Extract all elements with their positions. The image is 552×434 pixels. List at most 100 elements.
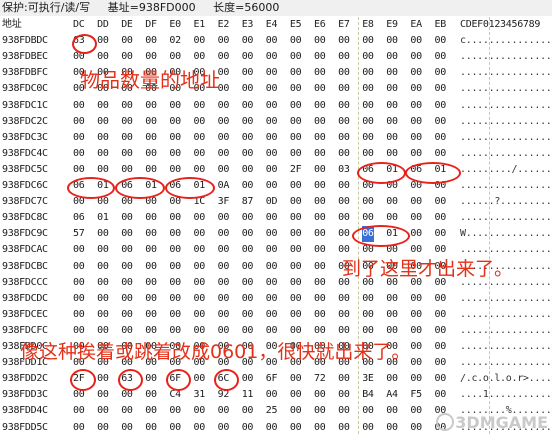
- hex-byte[interactable]: 00: [362, 307, 374, 323]
- hex-byte[interactable]: 00: [169, 49, 181, 65]
- hex-byte[interactable]: 00: [338, 81, 350, 97]
- hex-byte[interactable]: 00: [169, 210, 181, 226]
- hex-byte[interactable]: 00: [290, 403, 302, 419]
- hex-byte[interactable]: 00: [121, 242, 133, 258]
- hex-byte[interactable]: 00: [218, 291, 230, 307]
- hex-byte[interactable]: 00: [362, 98, 374, 114]
- hex-byte[interactable]: 00: [169, 162, 181, 178]
- hex-byte[interactable]: 00: [435, 339, 447, 355]
- hex-byte[interactable]: 00: [386, 291, 398, 307]
- hex-byte[interactable]: 00: [266, 65, 278, 81]
- hex-byte[interactable]: 00: [362, 420, 374, 434]
- hex-byte[interactable]: 00: [435, 355, 447, 371]
- hex-byte[interactable]: 00: [73, 98, 85, 114]
- hex-byte[interactable]: 00: [121, 210, 133, 226]
- hex-byte[interactable]: 00: [218, 242, 230, 258]
- hex-byte[interactable]: 00: [338, 33, 350, 49]
- hex-byte[interactable]: 00: [242, 33, 254, 49]
- hex-byte[interactable]: 00: [410, 81, 422, 97]
- hex-byte[interactable]: 00: [73, 420, 85, 434]
- hex-byte[interactable]: 25: [266, 403, 278, 419]
- hex-byte[interactable]: 00: [73, 403, 85, 419]
- hex-byte[interactable]: 00: [410, 210, 422, 226]
- hex-byte[interactable]: 00: [314, 403, 326, 419]
- hex-byte[interactable]: 00: [121, 307, 133, 323]
- hex-byte[interactable]: 00: [362, 403, 374, 419]
- hex-byte[interactable]: 00: [266, 49, 278, 65]
- hex-byte[interactable]: 00: [362, 33, 374, 49]
- hex-byte[interactable]: 00: [97, 275, 109, 291]
- hex-byte[interactable]: 00: [242, 420, 254, 434]
- hex-byte[interactable]: 00: [218, 226, 230, 242]
- hex-byte[interactable]: 00: [169, 98, 181, 114]
- hex-byte[interactable]: 00: [121, 130, 133, 146]
- hex-byte[interactable]: 00: [121, 420, 133, 434]
- hex-byte[interactable]: 00: [362, 114, 374, 130]
- hex-byte[interactable]: 00: [194, 403, 206, 419]
- hex-byte[interactable]: 00: [194, 242, 206, 258]
- hex-byte[interactable]: 00: [314, 146, 326, 162]
- hex-byte[interactable]: 00: [169, 130, 181, 146]
- hex-byte[interactable]: 00: [145, 210, 157, 226]
- hex-byte[interactable]: 00: [410, 49, 422, 65]
- hex-byte[interactable]: 00: [97, 33, 109, 49]
- hex-byte[interactable]: 00: [410, 226, 422, 242]
- hex-byte[interactable]: 00: [314, 242, 326, 258]
- hex-byte[interactable]: 00: [97, 114, 109, 130]
- hex-byte[interactable]: 00: [73, 275, 85, 291]
- hex-byte[interactable]: 00: [242, 275, 254, 291]
- hex-byte[interactable]: 00: [121, 114, 133, 130]
- hex-byte[interactable]: 00: [435, 371, 447, 387]
- hex-byte[interactable]: 00: [73, 130, 85, 146]
- hex-byte[interactable]: 00: [97, 226, 109, 242]
- hex-byte[interactable]: 00: [386, 194, 398, 210]
- hex-byte[interactable]: 00: [194, 291, 206, 307]
- hex-byte[interactable]: 00: [121, 146, 133, 162]
- hex-byte[interactable]: 00: [169, 307, 181, 323]
- hex-byte[interactable]: 00: [242, 114, 254, 130]
- hex-byte[interactable]: 00: [290, 275, 302, 291]
- hex-byte[interactable]: 00: [145, 403, 157, 419]
- hex-byte[interactable]: 00: [145, 114, 157, 130]
- hex-byte[interactable]: 00: [314, 210, 326, 226]
- hex-byte[interactable]: 00: [435, 49, 447, 65]
- hex-byte[interactable]: 00: [145, 130, 157, 146]
- hex-byte[interactable]: 00: [410, 291, 422, 307]
- hex-byte[interactable]: 00: [242, 259, 254, 275]
- hex-byte[interactable]: 00: [362, 194, 374, 210]
- hex-byte[interactable]: 00: [290, 307, 302, 323]
- hex-byte[interactable]: 00: [290, 291, 302, 307]
- hex-byte[interactable]: 00: [121, 98, 133, 114]
- hex-byte[interactable]: 00: [386, 114, 398, 130]
- hex-byte[interactable]: 06: [73, 210, 85, 226]
- hex-byte[interactable]: 00: [266, 33, 278, 49]
- hex-byte[interactable]: 00: [97, 98, 109, 114]
- hex-byte[interactable]: 00: [218, 420, 230, 434]
- hex-byte[interactable]: 00: [242, 210, 254, 226]
- hex-byte[interactable]: 00: [242, 49, 254, 65]
- hex-byte[interactable]: 00: [410, 371, 422, 387]
- hex-byte[interactable]: 72: [314, 371, 326, 387]
- hex-byte[interactable]: 00: [435, 307, 447, 323]
- hex-byte[interactable]: 00: [410, 194, 422, 210]
- hex-byte[interactable]: 00: [97, 130, 109, 146]
- hex-byte[interactable]: 00: [314, 420, 326, 434]
- hex-byte[interactable]: 00: [194, 162, 206, 178]
- hex-byte[interactable]: 00: [290, 146, 302, 162]
- hex-byte[interactable]: 00: [362, 81, 374, 97]
- hex-byte[interactable]: 00: [338, 146, 350, 162]
- hex-byte[interactable]: 00: [145, 98, 157, 114]
- hex-byte[interactable]: 00: [145, 291, 157, 307]
- hex-byte[interactable]: 00: [73, 259, 85, 275]
- hex-byte[interactable]: 00: [338, 114, 350, 130]
- hex-byte[interactable]: 00: [97, 403, 109, 419]
- hex-byte[interactable]: 00: [97, 146, 109, 162]
- hex-byte[interactable]: 00: [435, 81, 447, 97]
- hex-byte[interactable]: 00: [338, 98, 350, 114]
- hex-byte[interactable]: 00: [314, 65, 326, 81]
- hex-byte[interactable]: 00: [435, 33, 447, 49]
- hex-byte[interactable]: 00: [314, 178, 326, 194]
- hex-byte[interactable]: 00: [338, 210, 350, 226]
- hex-byte[interactable]: 00: [290, 65, 302, 81]
- hex-byte[interactable]: A4: [386, 387, 398, 403]
